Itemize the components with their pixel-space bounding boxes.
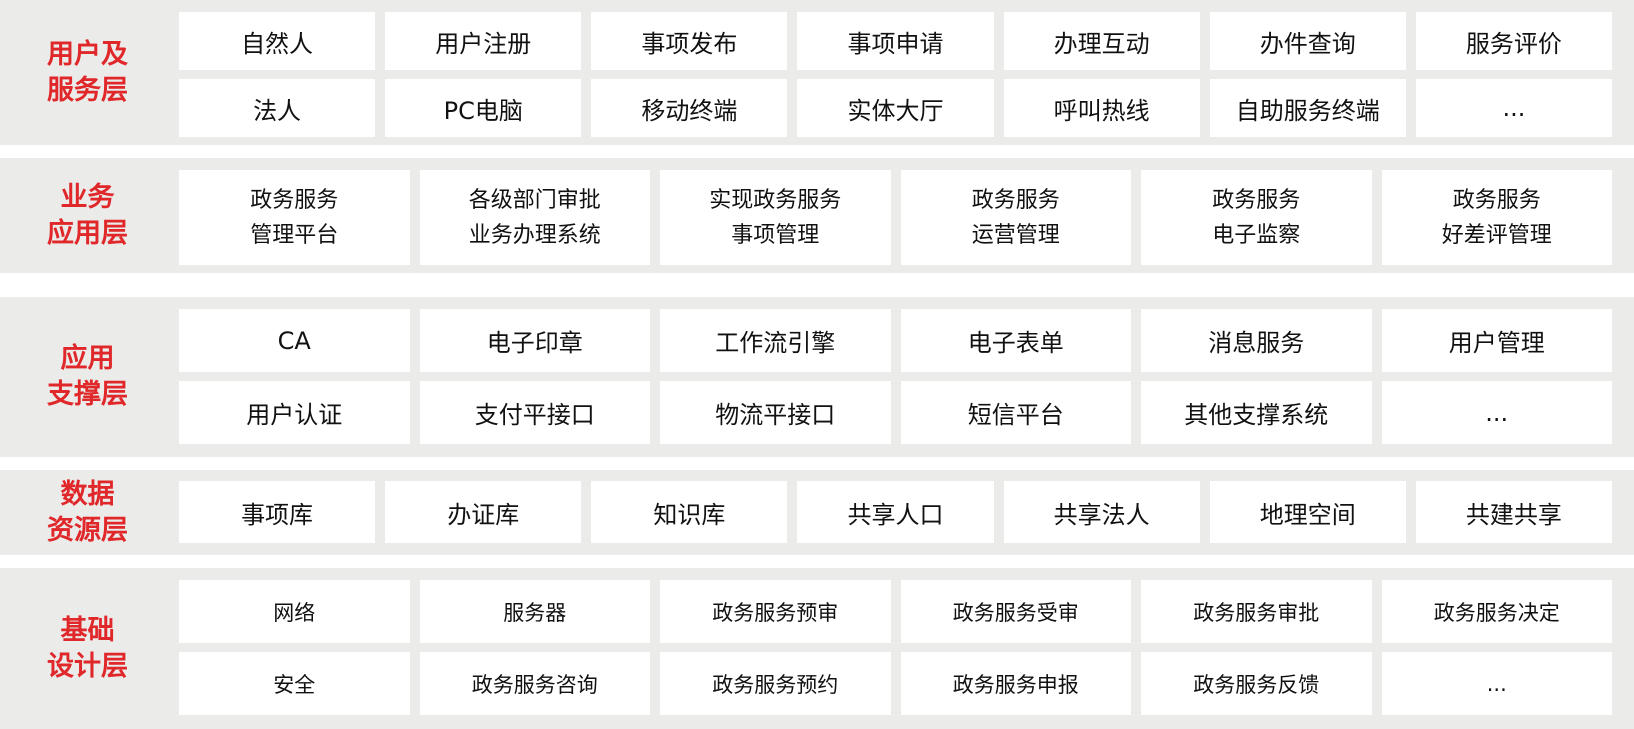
layer-label: 应用 支撑层 (47, 343, 128, 410)
layer-cell: 办证库 (385, 481, 582, 543)
layer-cell: 各级部门审批 业务办理系统 (419, 170, 650, 265)
layer-cell: 政务服务申报 (900, 652, 1131, 715)
layer-cell: 共享人口 (797, 481, 994, 543)
layer-business-application: 业务 应用层 政务服务 管理平台 各级部门审批 业务办理系统 实现政务服务 事项… (0, 158, 1634, 273)
layer-cell: 政务服务预约 (660, 652, 891, 715)
layer-cell: CA (179, 309, 410, 372)
layer-cell: 事项发布 (591, 12, 788, 70)
layer-cell: 自然人 (179, 12, 376, 70)
layer-cell: 政务服务预审 (660, 580, 891, 643)
layer-cell: 知识库 (591, 481, 788, 543)
layer-data-resource: 数据 资源层 事项库 办证库 知识库 共享人口 共享法人 地理空间 共建共享 (0, 470, 1634, 555)
layer-cell: 政务服务咨询 (419, 652, 650, 715)
layer-label: 业务 应用层 (47, 181, 128, 249)
layer-label: 用户及 服务层 (47, 38, 128, 106)
layer-cell: PC电脑 (385, 79, 582, 137)
layer-cell: 政务服务决定 (1381, 580, 1612, 643)
layer-cell: 办件查询 (1209, 12, 1406, 70)
layer-cell: 服务评价 (1415, 12, 1612, 70)
layer-cell: 物流平接口 (660, 381, 891, 444)
layer-infrastructure: 基础 设计层 网络 服务器 政务服务预审 政务服务受审 政务服务审批 政务服务决… (0, 568, 1634, 729)
layer-cell: ... (1381, 381, 1612, 444)
layer-cell: 政务服务反馈 (1141, 652, 1372, 715)
layer-cell: 办理互动 (1003, 12, 1200, 70)
layer-cell: 移动终端 (591, 79, 788, 137)
layer-cell: 政务服务 管理平台 (179, 170, 410, 265)
layer-cell: ... (1415, 79, 1612, 137)
layer-grid: 事项库 办证库 知识库 共享人口 共享法人 地理空间 共建共享 (179, 481, 1612, 543)
layer-cell: 自助服务终端 (1209, 79, 1406, 137)
layer-cell: 消息服务 (1141, 309, 1372, 372)
layer-cell: 用户认证 (179, 381, 410, 444)
layer-cell: 呼叫热线 (1003, 79, 1200, 137)
layer-cell: 服务器 (419, 580, 650, 643)
layer-grid: CA 电子印章 工作流引擎 电子表单 消息服务 用户管理 用户认证 支付平接口 … (179, 309, 1612, 444)
layer-grid: 政务服务 管理平台 各级部门审批 业务办理系统 实现政务服务 事项管理 政务服务… (179, 170, 1612, 265)
layer-cell: 用户管理 (1381, 309, 1612, 372)
layer-cell: 实现政务服务 事项管理 (660, 170, 891, 265)
layer-cell: 政务服务受审 (900, 580, 1131, 643)
layer-cell: ... (1381, 652, 1612, 715)
layer-application-support: 应用 支撑层 CA 电子印章 工作流引擎 电子表单 消息服务 用户管理 用户认证… (0, 297, 1634, 457)
layer-cell: 政务服务 好差评管理 (1381, 170, 1612, 265)
layer-cell: 政务服务 运营管理 (900, 170, 1131, 265)
layer-user-service: 用户及 服务层 自然人 用户注册 事项发布 事项申请 办理互动 办件查询 服务评… (0, 0, 1634, 145)
layer-cell: 用户注册 (385, 12, 582, 70)
layer-cell: 共建共享 (1415, 481, 1612, 543)
layer-cell: 实体大厅 (797, 79, 994, 137)
layer-cell: 电子印章 (419, 309, 650, 372)
layer-grid: 网络 服务器 政务服务预审 政务服务受审 政务服务审批 政务服务决定 安全 政务… (179, 580, 1612, 715)
layer-cell: 地理空间 (1209, 481, 1406, 543)
layer-cell: 事项库 (179, 481, 376, 543)
layer-cell: 工作流引擎 (660, 309, 891, 372)
layer-label: 数据 资源层 (47, 478, 128, 546)
layer-cell: 政务服务审批 (1141, 580, 1372, 643)
layer-cell: 电子表单 (900, 309, 1131, 372)
layer-cell: 法人 (179, 79, 376, 137)
layer-cell: 安全 (179, 652, 410, 715)
layer-cell: 共享法人 (1003, 481, 1200, 543)
layer-label: 基础 设计层 (47, 614, 128, 682)
layer-grid: 自然人 用户注册 事项发布 事项申请 办理互动 办件查询 服务评价 法人 PC电… (179, 12, 1612, 137)
layer-cell: 其他支撑系统 (1141, 381, 1372, 444)
layer-cell: 事项申请 (797, 12, 994, 70)
layer-cell: 政务服务 电子监察 (1141, 170, 1372, 265)
layer-cell: 网络 (179, 580, 410, 643)
layer-cell: 支付平接口 (419, 381, 650, 444)
layer-cell: 短信平台 (900, 381, 1131, 444)
